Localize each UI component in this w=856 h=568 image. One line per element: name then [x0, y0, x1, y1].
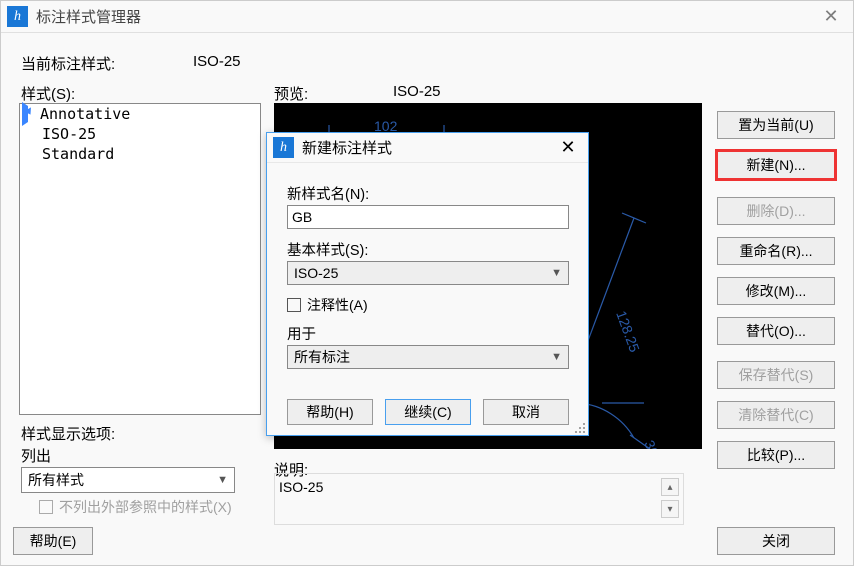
base-style-select[interactable]: ISO-25 ▼: [287, 261, 569, 285]
modal-body: 新样式名(N): GB 基本样式(S): ISO-25 ▼ 注释性(A) 用于 …: [267, 163, 588, 435]
chevron-down-icon: ▼: [551, 351, 562, 363]
select-value: ISO-25: [294, 265, 338, 281]
close-icon[interactable]: ✕: [809, 1, 853, 33]
list-item[interactable]: Standard: [20, 144, 260, 164]
modal-titlebar[interactable]: h 新建标注样式 ✕: [267, 133, 588, 163]
style-list[interactable]: Annotative ISO-25 Standard: [19, 103, 261, 415]
app-icon: h: [7, 6, 28, 27]
spin-down-icon[interactable]: ▾: [661, 500, 679, 518]
new-dim-style-dialog: h 新建标注样式 ✕ 新样式名(N): GB 基本样式(S): ISO-25 ▼…: [266, 132, 589, 436]
delete-button: 删除(D)...: [717, 197, 835, 225]
base-style-label: 基本样式(S):: [287, 239, 368, 260]
close-button[interactable]: 关闭: [717, 527, 835, 555]
list-item-label: Annotative: [38, 105, 130, 123]
close-icon[interactable]: ✕: [548, 133, 588, 163]
list-filter-combo[interactable]: 所有样式 ▼: [21, 467, 235, 493]
save-override-button: 保存替代(S): [717, 361, 835, 389]
checkbox-icon: [39, 500, 53, 514]
display-options-label: 样式显示选项:: [21, 423, 115, 444]
exclude-xref-checkbox[interactable]: 不列出外部参照中的样式(X): [39, 497, 232, 517]
override-button[interactable]: 替代(O)...: [717, 317, 835, 345]
current-style-label: 当前标注样式:: [21, 53, 115, 74]
used-for-label: 用于: [287, 323, 316, 344]
description-value: ISO-25: [279, 479, 323, 495]
combo-value: 所有样式: [28, 470, 84, 490]
description-box: ▴ ▾: [274, 473, 684, 525]
list-item-label: ISO-25: [22, 125, 96, 143]
modal-title: 新建标注样式: [302, 137, 392, 158]
app-icon: h: [273, 137, 294, 158]
rename-button[interactable]: 重命名(R)...: [717, 237, 835, 265]
dim-right-text: 128.25: [613, 309, 643, 355]
list-item-label: Standard: [22, 145, 114, 163]
styles-label: 样式(S):: [21, 83, 75, 104]
new-name-label: 新样式名(N):: [287, 183, 369, 204]
list-item[interactable]: Annotative: [20, 104, 260, 124]
resize-grip-icon[interactable]: [574, 421, 586, 433]
new-name-input[interactable]: GB: [287, 205, 569, 229]
checkbox-label: 不列出外部参照中的样式(X): [59, 497, 232, 517]
checkbox-label: 注释性(A): [307, 295, 368, 315]
continue-button[interactable]: 继续(C): [385, 399, 471, 425]
compare-button[interactable]: 比较(P)...: [717, 441, 835, 469]
main-titlebar[interactable]: h 标注样式管理器 ✕: [1, 1, 853, 33]
chevron-down-icon: ▼: [217, 474, 228, 486]
input-value: GB: [292, 209, 312, 225]
help-button[interactable]: 帮助(E): [13, 527, 93, 555]
clear-override-button: 清除替代(C): [717, 401, 835, 429]
cancel-button[interactable]: 取消: [483, 399, 569, 425]
checkbox-icon: [287, 298, 301, 312]
annotative-icon: [22, 106, 38, 122]
set-current-button[interactable]: 置为当前(U): [717, 111, 835, 139]
description-spinner[interactable]: ▴ ▾: [661, 478, 679, 522]
new-button[interactable]: 新建(N)...: [717, 151, 835, 179]
main-title: 标注样式管理器: [36, 6, 141, 27]
list-label: 列出: [21, 445, 51, 466]
modify-button[interactable]: 修改(M)...: [717, 277, 835, 305]
modal-help-button[interactable]: 帮助(H): [287, 399, 373, 425]
spin-up-icon[interactable]: ▴: [661, 478, 679, 496]
list-item[interactable]: ISO-25: [20, 124, 260, 144]
preview-label: 预览:: [274, 83, 308, 104]
used-for-select[interactable]: 所有标注 ▼: [287, 345, 569, 369]
select-value: 所有标注: [294, 347, 350, 367]
current-style-value: ISO-25: [193, 53, 241, 70]
chevron-down-icon: ▼: [551, 267, 562, 279]
preview-value: ISO-25: [393, 83, 441, 100]
dim-angle-text: 36°: [641, 438, 664, 449]
annotative-checkbox[interactable]: 注释性(A): [287, 295, 368, 315]
